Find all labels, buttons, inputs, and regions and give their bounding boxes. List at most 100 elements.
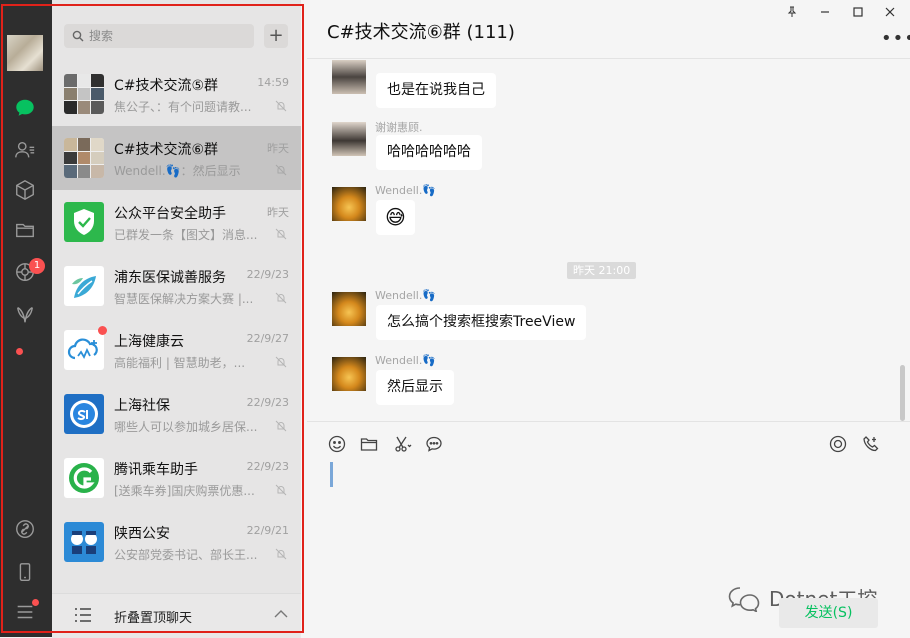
search-icon	[72, 30, 84, 42]
pudong-medical-avatar	[64, 266, 104, 306]
shield-avatar	[64, 202, 104, 242]
sender-avatar[interactable]	[332, 357, 366, 391]
add-button[interactable]: +	[264, 24, 288, 48]
send-button[interactable]: 发送(S)	[779, 598, 878, 628]
shanghai-social-security-avatar	[64, 394, 104, 434]
chat-preview: 公安部党委书记、部长王...	[114, 548, 258, 562]
menu-notification-dot	[32, 599, 39, 606]
mute-icon	[275, 356, 287, 368]
chat-list-panel: + C#技术交流⑤群 14:59 焦公子、：有个问题请教... C#技术交流⑥群…	[52, 0, 301, 638]
header-divider	[307, 58, 910, 59]
chat-icon[interactable]	[13, 96, 37, 120]
chat-name: C#技术交流⑥群	[114, 142, 219, 158]
my-avatar[interactable]	[7, 35, 43, 71]
sender-avatar[interactable]	[332, 122, 366, 156]
file-icon[interactable]	[359, 434, 379, 454]
health-cloud-avatar	[64, 330, 104, 370]
group-avatar	[64, 74, 104, 114]
sender-name: Wendell.👣	[375, 354, 437, 367]
chat-preview: 焦公子、：有个问题请教...	[114, 100, 252, 114]
emoji-bubble: 😅	[376, 200, 415, 235]
contacts-icon[interactable]	[13, 138, 37, 162]
link-icon[interactable]	[13, 517, 37, 541]
sender-avatar[interactable]	[332, 292, 366, 326]
mute-icon	[275, 548, 287, 560]
message-bubble: 然后显示	[376, 370, 454, 405]
folder-icon[interactable]	[13, 218, 37, 242]
sender-name: Wendell.👣	[375, 184, 437, 197]
mute-icon	[275, 484, 287, 496]
chat-time: 昨天	[267, 206, 289, 219]
sender-avatar[interactable]	[332, 187, 366, 221]
mute-icon	[275, 164, 287, 176]
scrollbar[interactable]	[900, 365, 905, 421]
si-logo-icon	[70, 400, 98, 428]
chat-preview: 智慧医保解决方案大赛 |...	[114, 292, 254, 306]
chat-time: 22/9/27	[246, 332, 289, 345]
chat-name: 腾讯乘车助手	[114, 462, 198, 478]
chat-preview: 哪些人可以参加城乡居保...	[114, 420, 258, 434]
chat-preview: [送乘车券]国庆购票优惠...	[114, 484, 255, 498]
collections-icon[interactable]	[13, 178, 37, 202]
tencent-ride-avatar	[64, 458, 104, 498]
mute-icon	[275, 420, 287, 432]
pin-icon[interactable]	[783, 4, 801, 20]
sender-name: 谢谢惠顾.	[375, 121, 423, 134]
voice-call-icon[interactable]	[861, 434, 881, 454]
police-mascot-icon	[71, 531, 97, 554]
chevron-up-icon	[274, 610, 288, 618]
chat-item[interactable]: 陕西公安 22/9/21 公安部党委书记、部长王...	[52, 510, 301, 574]
screenshot-icon[interactable]	[393, 434, 413, 454]
mute-icon	[275, 292, 287, 304]
chat-name: C#技术交流⑤群	[114, 78, 219, 94]
message-bubble: 也是在说我自己	[376, 73, 496, 108]
emoji-icon[interactable]	[327, 434, 347, 454]
chat-preview: 已群发一条【图文】消息...	[114, 228, 258, 242]
group-avatar	[64, 138, 104, 178]
search-input[interactable]	[89, 29, 249, 43]
chat-area: C#技术交流⑥群 (111) ••• 也是在说我自己 谢谢惠顾. 哈哈哈哈哈哈 …	[307, 0, 910, 637]
chat-time: 22/9/23	[246, 396, 289, 409]
sender-avatar[interactable]	[332, 60, 366, 94]
mini-program-icon[interactable]	[13, 303, 37, 327]
live-icon[interactable]	[828, 434, 848, 454]
chat-name: 浦东医保诚善服务	[114, 270, 226, 286]
chat-time: 22/9/23	[246, 460, 289, 473]
chat-item[interactable]: 上海健康云 22/9/27 高能福利 | 智慧助老，...	[52, 318, 301, 382]
nav-rail: 1	[0, 0, 52, 637]
fold-label: 折叠置顶聊天	[114, 611, 193, 626]
ride-logo-icon	[69, 463, 99, 493]
phone-icon[interactable]	[13, 560, 37, 584]
mute-icon	[275, 228, 287, 240]
fold-pinned-chats[interactable]: 折叠置顶聊天	[52, 593, 301, 638]
chat-item-selected[interactable]: C#技术交流⑥群 昨天 Wendell.👣：然后显示	[52, 126, 301, 190]
chat-name: 上海健康云	[114, 334, 184, 350]
chat-title: C#技术交流⑥群 (111)	[327, 22, 515, 43]
chat-item[interactable]: 公众平台安全助手 昨天 已群发一条【图文】消息...	[52, 190, 301, 254]
list-icon	[75, 608, 91, 622]
chat-history-icon[interactable]	[424, 434, 444, 454]
maximize-icon[interactable]	[849, 4, 867, 20]
sender-name: Wendell.👣	[375, 289, 437, 302]
chat-name: 公众平台安全助手	[114, 206, 226, 222]
mute-icon	[275, 100, 287, 112]
chat-item[interactable]: 浦东医保诚善服务 22/9/23 智慧医保解决方案大赛 |...	[52, 254, 301, 318]
chat-time: 昨天	[267, 142, 289, 155]
chat-item[interactable]: 腾讯乘车助手 22/9/23 [送乘车券]国庆购票优惠...	[52, 446, 301, 510]
message-bubble: 怎么搞个搜索框搜索TreeView	[376, 305, 587, 340]
unread-dot	[98, 326, 107, 335]
more-options-icon[interactable]: •••	[881, 28, 910, 49]
close-icon[interactable]	[881, 4, 899, 20]
chat-item[interactable]: 上海社保 22/9/23 哪些人可以参加城乡居保...	[52, 382, 301, 446]
notification-dot	[16, 348, 23, 355]
minimize-icon[interactable]	[816, 4, 834, 20]
time-divider: 昨天 21:00	[567, 262, 637, 279]
search-box[interactable]	[64, 24, 254, 48]
plus-icon: +	[268, 25, 284, 46]
chat-name: 上海社保	[114, 398, 170, 414]
text-input-caret[interactable]	[330, 462, 333, 487]
leaf-icon	[72, 276, 96, 298]
message-bubble: 哈哈哈哈哈哈	[376, 135, 482, 170]
chat-time: 14:59	[257, 76, 289, 89]
chat-item[interactable]: C#技术交流⑤群 14:59 焦公子、：有个问题请教...	[52, 62, 301, 126]
